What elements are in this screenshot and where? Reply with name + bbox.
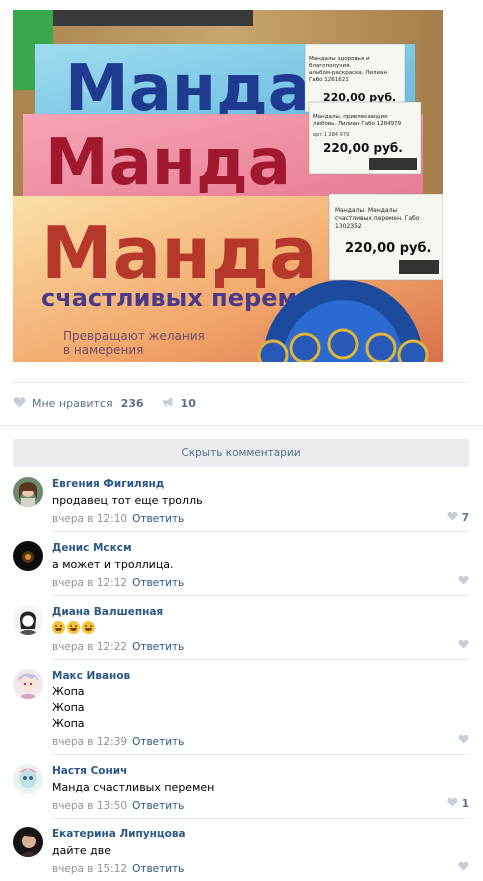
comment: Екатерина Липунцова дайте две вчера в 15…: [13, 827, 469, 879]
divider: [52, 531, 469, 532]
reply-link[interactable]: Ответить: [132, 736, 184, 748]
divider: [52, 818, 469, 819]
laughing-emoji-icon: [67, 621, 80, 634]
comment-meta: вчера в 12:10 Ответить: [52, 512, 469, 526]
comment-like-button[interactable]: [458, 639, 469, 652]
laughing-emoji-icon: [82, 621, 95, 634]
reply-link[interactable]: Ответить: [132, 800, 184, 812]
comment-meta: вчера в 12:12 Ответить: [52, 576, 469, 590]
comment-like-button[interactable]: [458, 861, 469, 874]
avatar[interactable]: [13, 477, 43, 507]
comment: Макс Иванов Жопа Жопа Жопа вчера в 12:39…: [13, 669, 469, 755]
comment-text-line: Жопа: [52, 717, 85, 730]
svg-text:Габо 1261621: Габо 1261621: [309, 77, 349, 83]
svg-text:220,00 руб.: 220,00 руб.: [345, 241, 432, 256]
svg-text:Мандалы. Мандалы: Мандалы. Мандалы: [335, 207, 397, 214]
comment: Настя Сонич Манда счастливых перемен вче…: [13, 764, 469, 819]
comment-time[interactable]: вчера в 12:10: [52, 513, 127, 525]
comment-author[interactable]: Евгения Фигилянд: [52, 478, 164, 490]
like-button[interactable]: Мне нравится 236: [13, 396, 144, 411]
price-tag-2: Мандалы, привлекающие любовь. Лилиан Габ…: [308, 101, 422, 175]
reply-link[interactable]: Ответить: [132, 577, 184, 589]
comment-like-button[interactable]: 7: [447, 511, 469, 524]
book-tagline-1: Превращают желания: [63, 329, 205, 343]
reply-link[interactable]: Ответить: [132, 513, 184, 525]
comment-text: дайте две: [52, 844, 112, 857]
svg-text:Мандалы здоровья и: Мандалы здоровья и: [309, 56, 370, 62]
divider: [13, 382, 469, 383]
comment: Денис Мсксм а может и троллица. вчера в …: [13, 541, 469, 596]
comment: Евгения Фигилянд продавец тот еще тролль…: [13, 477, 469, 532]
comment-text: Манда счастливых перемен: [52, 781, 215, 794]
reply-link[interactable]: Ответить: [132, 863, 184, 875]
svg-text:благополучия,: благополучия,: [309, 63, 351, 69]
comment-text: Жопа Жопа Жопа: [52, 684, 469, 732]
heart-icon: [458, 639, 469, 652]
avatar[interactable]: [13, 764, 43, 794]
svg-text:альбом-раскраска. Лилиан: альбом-раскраска. Лилиан: [309, 70, 387, 76]
share-button[interactable]: 10: [162, 396, 196, 411]
laughing-emoji-icon: [52, 621, 65, 634]
heart-icon: [13, 396, 26, 411]
comment-text: а может и троллица.: [52, 558, 174, 571]
comment-meta: вчера в 12:39 Ответить: [52, 735, 469, 749]
comment-text-line: Жопа: [52, 701, 85, 714]
comment-like-button[interactable]: [458, 575, 469, 588]
comment-time[interactable]: вчера в 13:50: [52, 800, 127, 812]
svg-text:любовь. Лилиан Габо 1284979: любовь. Лилиан Габо 1284979: [313, 121, 402, 127]
comment: Диана Валшепная вчера в 12:22 Ответить: [13, 605, 469, 660]
comment-author[interactable]: Диана Валшепная: [52, 606, 163, 618]
post-actions: Мне нравится 236 10: [13, 394, 196, 412]
avatar[interactable]: [13, 669, 43, 699]
comment-meta: вчера в 12:22 Ответить: [52, 640, 469, 654]
comment-meta: вчера в 15:12 Ответить: [52, 862, 469, 876]
comment-author[interactable]: Настя Сонич: [52, 765, 127, 777]
comment-like-button[interactable]: 1: [447, 797, 469, 810]
avatar[interactable]: [13, 605, 43, 635]
book-title-3: Манда: [41, 211, 318, 295]
comment-text-line: Жопа: [52, 685, 85, 698]
svg-text:1302352: 1302352: [335, 223, 362, 230]
like-label: Мне нравится: [32, 396, 113, 410]
avatar[interactable]: [13, 827, 43, 857]
comment-time[interactable]: вчера в 15:12: [52, 863, 127, 875]
comment-like-count: 1: [461, 797, 469, 810]
heart-icon: [447, 511, 458, 524]
avatar[interactable]: [13, 541, 43, 571]
price-tag-3: Мандалы. Мандалы счастливых перемен. Габ…: [328, 193, 443, 281]
comment-author[interactable]: Макс Иванов: [52, 670, 130, 682]
like-count: 236: [120, 396, 144, 410]
svg-text:счастливых перемен. Габо: счастливых перемен. Габо: [335, 215, 420, 222]
divider: [0, 425, 483, 426]
post-photo[interactable]: Манда Манда Манда счастливых перемен Пре…: [13, 10, 443, 362]
svg-text:Мандалы, привлекающие: Мандалы, привлекающие: [313, 114, 388, 120]
book-title-2: Манда: [45, 126, 291, 200]
heart-icon: [458, 734, 469, 747]
divider: [52, 659, 469, 660]
reply-link[interactable]: Ответить: [132, 641, 184, 653]
book-tagline-2: в намерения: [63, 343, 143, 357]
comment-like-button[interactable]: [458, 734, 469, 747]
divider: [52, 754, 469, 755]
comment-like-count: 7: [461, 511, 469, 524]
heart-icon: [447, 797, 458, 810]
heart-icon: [458, 575, 469, 588]
megaphone-icon: [162, 396, 175, 411]
comment-time[interactable]: вчера в 12:22: [52, 641, 127, 653]
divider: [52, 595, 469, 596]
comment-author[interactable]: Денис Мсксм: [52, 542, 132, 554]
svg-text:арт.1 284 979: арт.1 284 979: [313, 132, 349, 138]
comment-time[interactable]: вчера в 12:39: [52, 736, 127, 748]
heart-icon: [458, 861, 469, 874]
comment-author[interactable]: Екатерина Липунцова: [52, 828, 186, 840]
photo-image: Манда Манда Манда счастливых перемен Пре…: [13, 10, 443, 362]
comment-meta: вчера в 13:50 Ответить: [52, 799, 469, 813]
comment-text: продавец тот еще тролль: [52, 494, 203, 507]
hide-comments-button[interactable]: Скрыть комментарии: [13, 439, 469, 467]
comment-text: [52, 621, 469, 637]
share-count: 10: [180, 396, 196, 410]
comment-time[interactable]: вчера в 12:12: [52, 577, 127, 589]
svg-text:220,00 руб.: 220,00 руб.: [323, 141, 403, 155]
